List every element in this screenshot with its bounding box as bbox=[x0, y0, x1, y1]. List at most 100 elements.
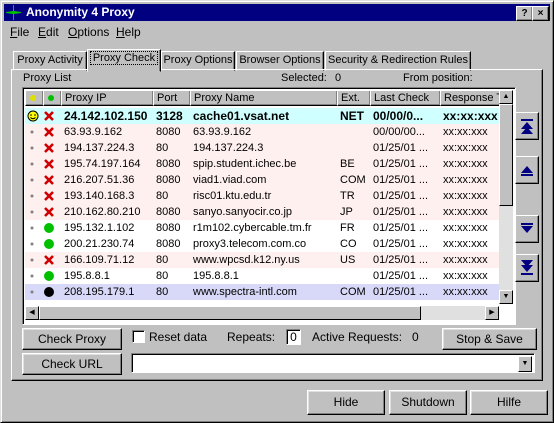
tab-proxy-check[interactable]: Proxy Check bbox=[87, 49, 161, 72]
jump-first-button[interactable] bbox=[515, 112, 539, 140]
proxy-name-cell: spip.student.ichec.be bbox=[193, 158, 297, 170]
last-check-cell: 01/25/01 ... bbox=[373, 190, 429, 202]
vertical-scrollbar[interactable]: ▲ ▼ bbox=[499, 90, 513, 304]
col-mark-header[interactable] bbox=[43, 90, 62, 106]
repeats-field[interactable]: 0 bbox=[286, 329, 301, 345]
ext-cell: COM bbox=[340, 174, 366, 186]
page-up-button[interactable] bbox=[515, 156, 539, 184]
page-down-button[interactable] bbox=[515, 215, 539, 243]
table-row[interactable]: 200.21.230.74 8080 proxy3.telecom.com.co CO… bbox=[25, 236, 499, 252]
tab-browser-options[interactable]: Browser Options bbox=[236, 51, 324, 71]
proxy-list-header: Proxy IP Port Proxy Name Ext. Last Check… bbox=[25, 90, 515, 106]
url-combobox[interactable]: ▼ bbox=[131, 353, 535, 373]
port-cell: 80 bbox=[156, 270, 169, 282]
horizontal-scrollbar[interactable]: ◀ ▶ bbox=[25, 306, 499, 320]
response-time-cell: xx:xx:xxx bbox=[443, 238, 488, 250]
help-button[interactable]: Hilfe bbox=[470, 390, 548, 415]
close-window-button[interactable]: × bbox=[532, 6, 549, 21]
table-row[interactable]: 216.207.51.36 8080 viad1.viad.com COM 01/25/… bbox=[25, 172, 499, 188]
help-title-button[interactable]: ? bbox=[516, 6, 533, 21]
col-proxy-ip[interactable]: Proxy IP bbox=[61, 90, 154, 106]
col-proxy-name[interactable]: Proxy Name bbox=[190, 90, 338, 106]
table-row[interactable]: 208.195.179.1 80 www.spectra-intl.com COM 01… bbox=[25, 284, 499, 300]
active-requests-count: 0 bbox=[412, 330, 419, 344]
ext-cell: FR bbox=[340, 222, 355, 234]
response-time-cell: xx:xx:xxx bbox=[443, 126, 488, 138]
proxy-name-cell: 63.93.9.162 bbox=[193, 126, 252, 138]
menu-options[interactable]: Options bbox=[68, 25, 109, 39]
table-row[interactable]: 195.74.197.164 8080 spip.student.ichec.be B… bbox=[25, 156, 499, 172]
reset-data-label: Reset data bbox=[149, 330, 208, 344]
table-row[interactable]: 166.109.71.12 80 www.wpcsd.k12.ny.us US 01/2… bbox=[25, 252, 499, 268]
tab-security-redirection[interactable]: Security & Redirection Rules bbox=[325, 51, 471, 71]
title-bar[interactable]: Anonymity 4 Proxy ? × bbox=[4, 4, 550, 21]
check-url-button[interactable]: Check URL bbox=[22, 353, 122, 375]
selected-label: Selected: bbox=[281, 72, 327, 84]
shutdown-button[interactable]: Shutdown bbox=[389, 390, 467, 415]
col-last-check[interactable]: Last Check bbox=[370, 90, 441, 106]
table-row[interactable]: 194.137.224.3 80 194.137.224.3 01/25/01 ...… bbox=[25, 140, 499, 156]
port-cell: 8080 bbox=[156, 222, 181, 234]
window-title: Anonymity 4 Proxy bbox=[26, 5, 135, 19]
ext-cell: NET bbox=[340, 109, 364, 123]
ext-cell: US bbox=[340, 254, 356, 266]
response-time-cell: xx:xx:xxx bbox=[443, 190, 488, 202]
col-ext[interactable]: Ext. bbox=[337, 90, 371, 106]
response-time-cell: xx:xx:xxx bbox=[443, 222, 488, 234]
port-cell: 80 bbox=[156, 254, 169, 266]
scroll-left-button[interactable]: ◀ bbox=[25, 306, 39, 320]
repeats-label: Repeats: bbox=[227, 330, 276, 344]
ext-cell: TR bbox=[340, 190, 355, 202]
proxy-ip-cell: 24.142.102.150 bbox=[64, 109, 148, 123]
proxy-ip-cell: 195.8.8.1 bbox=[64, 270, 110, 282]
hide-button[interactable]: Hide bbox=[307, 390, 385, 415]
response-time-cell: xx:xx:xxx bbox=[443, 142, 488, 154]
last-check-cell: 01/25/01 ... bbox=[373, 174, 429, 186]
proxy-name-cell: proxy3.telecom.com.co bbox=[193, 238, 307, 250]
port-cell: 80 bbox=[156, 190, 169, 202]
hscroll-thumb[interactable] bbox=[39, 306, 421, 320]
last-arrow-icon bbox=[521, 260, 533, 275]
response-time-cell: xx:xx:xxx bbox=[443, 254, 488, 266]
selected-count: 0 bbox=[335, 72, 342, 84]
scroll-thumb[interactable] bbox=[499, 104, 513, 206]
tab-proxy-activity[interactable]: Proxy Activity bbox=[13, 51, 87, 71]
reset-data-checkbox[interactable] bbox=[132, 330, 145, 343]
table-row[interactable]: 195.132.1.102 8080 r1m102.cybercable.tm.fr… bbox=[25, 220, 499, 236]
proxy-ip-cell: 193.140.168.3 bbox=[64, 190, 135, 202]
proxy-ip-cell: 210.162.80.210 bbox=[64, 206, 141, 218]
url-dropdown-button[interactable]: ▼ bbox=[518, 356, 532, 372]
small-dot-icon bbox=[27, 284, 39, 305]
port-cell: 8080 bbox=[156, 158, 181, 170]
table-row[interactable]: 24.142.102.150 3128 cache01.vsat.net NET 00/… bbox=[25, 108, 499, 124]
first-arrow-icon bbox=[521, 119, 533, 134]
last-check-cell: 01/25/01 ... bbox=[373, 142, 429, 154]
scroll-down-button[interactable]: ▼ bbox=[499, 290, 513, 304]
proxy-name-cell: viad1.viad.com bbox=[193, 174, 267, 186]
table-row[interactable]: 195.8.8.1 80 195.8.8.1 01/25/01 ... xx:xx:xx… bbox=[25, 268, 499, 284]
table-row[interactable]: 193.140.168.3 80 risc01.ktu.edu.tr TR 01/25/… bbox=[25, 188, 499, 204]
col-response-time[interactable]: Response T bbox=[440, 90, 501, 106]
tab-proxy-options[interactable]: Proxy Options bbox=[161, 51, 235, 71]
scroll-up-button[interactable]: ▲ bbox=[499, 90, 513, 104]
active-requests-label: Active Requests: bbox=[312, 330, 403, 344]
ext-cell: CO bbox=[340, 238, 357, 250]
menu-edit[interactable]: Edit bbox=[38, 25, 59, 39]
last-check-cell: 01/25/01 ... bbox=[373, 270, 429, 282]
proxy-list[interactable]: Proxy IP Port Proxy Name Ext. Last Check… bbox=[22, 87, 516, 325]
menu-help[interactable]: Help bbox=[116, 25, 141, 39]
port-cell: 80 bbox=[156, 286, 169, 298]
check-proxy-button[interactable]: Check Proxy bbox=[22, 328, 122, 350]
last-check-cell: 01/25/01 ... bbox=[373, 286, 429, 298]
col-port[interactable]: Port bbox=[153, 90, 191, 106]
col-status-header[interactable] bbox=[25, 90, 44, 106]
stop-save-button[interactable]: Stop & Save bbox=[442, 328, 537, 350]
down-arrow-icon bbox=[521, 223, 533, 233]
table-row[interactable]: 63.93.9.162 8080 63.93.9.162 00/00/00... xx:… bbox=[25, 124, 499, 140]
jump-last-button[interactable] bbox=[515, 254, 539, 282]
last-check-cell: 01/25/01 ... bbox=[373, 206, 429, 218]
menu-file[interactable]: File bbox=[10, 25, 29, 39]
table-row[interactable]: 210.162.80.210 8080 sanyo.sanyocir.co.jp JP… bbox=[25, 204, 499, 220]
scroll-right-button[interactable]: ▶ bbox=[485, 306, 499, 320]
app-window: Anonymity 4 Proxy ? × File Edit Options … bbox=[0, 0, 554, 423]
